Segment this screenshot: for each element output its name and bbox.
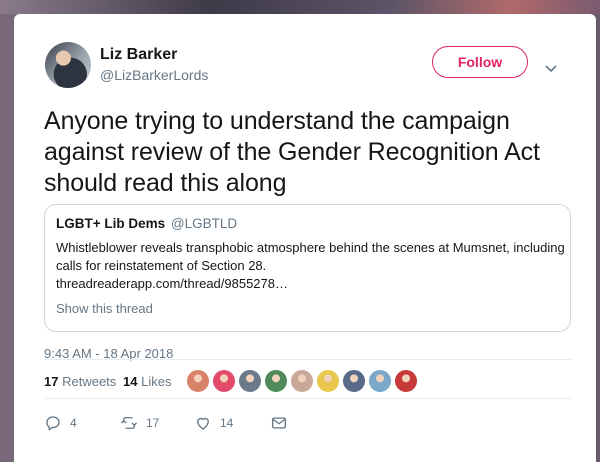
likes-stat[interactable]: 14 Likes bbox=[123, 374, 171, 389]
author-name[interactable]: Liz Barker bbox=[100, 46, 177, 64]
avatar[interactable] bbox=[45, 42, 91, 88]
retweets-stat[interactable]: 17 Retweets bbox=[44, 374, 116, 389]
direct-message-button[interactable] bbox=[270, 414, 296, 432]
tweet-text: Anyone trying to understand the campaign… bbox=[44, 107, 540, 197]
quoted-tweet[interactable]: LGBT+ Lib Dems @LGBTLD Whistleblower rev… bbox=[44, 204, 571, 332]
quoted-author-name: LGBT+ Lib Dems bbox=[56, 216, 166, 231]
liker-avatars bbox=[186, 369, 420, 393]
show-thread-link[interactable]: Show this thread bbox=[56, 301, 153, 316]
retweets-label: Retweets bbox=[62, 374, 117, 389]
chevron-down-icon[interactable] bbox=[544, 64, 558, 74]
liker-avatar[interactable] bbox=[238, 369, 262, 393]
retweet-button[interactable]: 17 bbox=[120, 414, 159, 432]
like-button[interactable]: 14 bbox=[194, 414, 233, 432]
reply-icon bbox=[46, 416, 60, 431]
liker-avatar[interactable] bbox=[264, 369, 288, 393]
author-handle[interactable]: @LizBarkerLords bbox=[100, 67, 208, 83]
quoted-header: LGBT+ Lib Dems @LGBTLD bbox=[56, 216, 237, 231]
liker-avatar[interactable] bbox=[394, 369, 418, 393]
divider bbox=[44, 359, 571, 360]
quoted-link[interactable]: threadreaderapp.com/thread/9855278… bbox=[56, 275, 566, 293]
tweet-card: Liz Barker @LizBarkerLords Follow Anyone… bbox=[14, 14, 596, 462]
retweets-count: 17 bbox=[44, 374, 59, 389]
quoted-author-handle: @LGBTLD bbox=[170, 216, 238, 231]
likes-label: Likes bbox=[141, 374, 172, 389]
retweet-count: 17 bbox=[146, 416, 160, 430]
quoted-body: Whistleblower reveals transphobic atmosp… bbox=[56, 239, 566, 293]
like-count: 14 bbox=[220, 416, 234, 430]
envelope-icon bbox=[271, 417, 287, 429]
liker-avatar[interactable] bbox=[290, 369, 314, 393]
reply-count: 4 bbox=[70, 416, 77, 430]
liker-avatar[interactable] bbox=[316, 369, 340, 393]
liker-avatar[interactable] bbox=[186, 369, 210, 393]
follow-button[interactable]: Follow bbox=[432, 46, 528, 78]
liker-avatar[interactable] bbox=[212, 369, 236, 393]
likes-count: 14 bbox=[123, 374, 138, 389]
liker-avatar[interactable] bbox=[368, 369, 392, 393]
retweet-icon bbox=[121, 417, 137, 429]
liker-avatar[interactable] bbox=[342, 369, 366, 393]
background-strip bbox=[0, 0, 600, 14]
divider bbox=[44, 398, 571, 399]
reply-button[interactable]: 4 bbox=[44, 414, 77, 432]
tweet-actions: 4 17 14 bbox=[44, 414, 344, 438]
heart-icon bbox=[197, 417, 209, 430]
quoted-text: Whistleblower reveals transphobic atmosp… bbox=[56, 240, 565, 273]
